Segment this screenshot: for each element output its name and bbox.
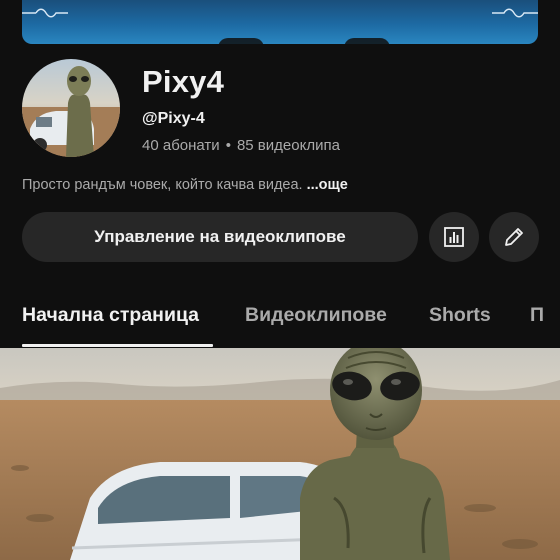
edit-channel-button[interactable] — [489, 212, 539, 262]
manage-videos-button[interactable]: Управление на видеоклипове — [22, 212, 418, 262]
channel-name: Pixy4 — [142, 64, 225, 99]
tab-next[interactable]: П — [530, 304, 544, 327]
banner-decoration-right — [492, 8, 538, 18]
pencil-icon — [505, 228, 523, 246]
banner-shape — [344, 38, 390, 44]
channel-banner[interactable] — [22, 0, 538, 44]
more-link[interactable]: ...още — [307, 177, 348, 193]
video-count: 85 видеоклипа — [236, 137, 340, 154]
channel-avatar[interactable] — [22, 59, 120, 157]
channel-description[interactable]: Просто рандъм човек, който качва видеа..… — [22, 177, 348, 193]
channel-handle: @Pixy-4 — [142, 110, 205, 127]
banner-decoration-left — [22, 8, 68, 18]
stats-separator: • — [225, 137, 231, 154]
tab-shorts[interactable]: Shorts — [429, 304, 491, 327]
tab-home[interactable]: Начална страница — [22, 304, 199, 327]
analytics-icon — [444, 227, 464, 247]
featured-video-thumbnail[interactable] — [0, 348, 560, 560]
banner-shape — [218, 38, 264, 44]
subscriber-count: 40 абонати — [142, 137, 220, 154]
description-text: Просто рандъм човек, който качва видеа. — [22, 177, 303, 193]
channel-stats: 40 абонати • 85 видеоклипа — [142, 137, 340, 154]
active-tab-indicator — [22, 344, 213, 347]
tab-videos[interactable]: Видеоклипове — [245, 304, 387, 327]
channel-tabs: Начална страница Видеоклипове Shorts П — [0, 290, 560, 348]
analytics-button[interactable] — [429, 212, 479, 262]
